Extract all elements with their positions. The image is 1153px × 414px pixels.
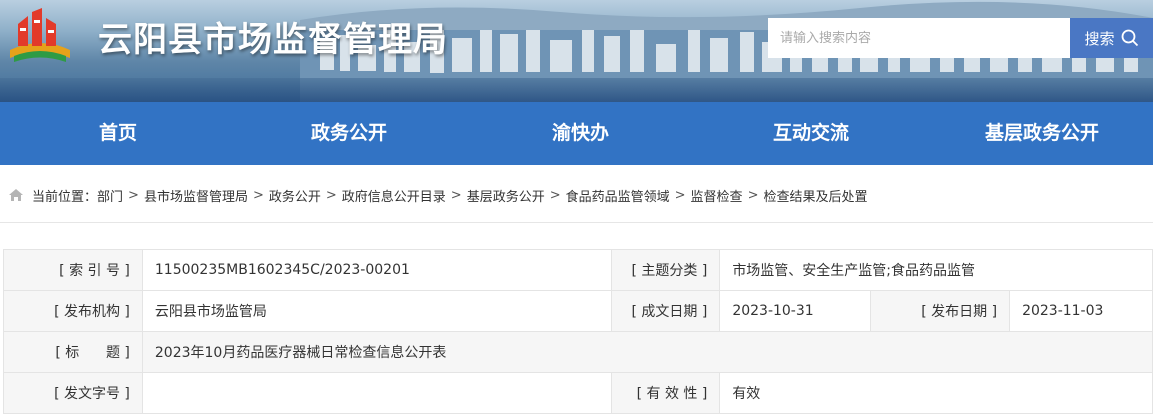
breadcrumb-separator: >: [325, 187, 337, 203]
doc-number-value: [141, 372, 613, 414]
breadcrumb-link-dept[interactable]: 部门: [97, 186, 123, 205]
search-input[interactable]: [768, 18, 1070, 58]
breadcrumb-link-inspection[interactable]: 监督检查: [691, 186, 743, 205]
validity-value: 有效: [719, 372, 1153, 414]
main-nav: 首页 政务公开 渝快办 互动交流 基层政务公开: [0, 102, 1153, 165]
nav-item-home[interactable]: 首页: [99, 102, 137, 165]
breadcrumb-link-food-drug[interactable]: 食品药品监管领域: [566, 186, 670, 205]
index-number-label: [ 索 引 号 ]: [3, 249, 143, 291]
nav-item-yukuaiban[interactable]: 渝快办: [552, 102, 609, 165]
nav-item-grassroots[interactable]: 基层政务公开: [985, 102, 1099, 165]
nav-item-interaction[interactable]: 互动交流: [773, 102, 849, 165]
document-meta-table: [ 索 引 号 ] 11500235MB1602345C/2023-00201 …: [3, 249, 1153, 414]
search-button-label: 搜索: [1084, 29, 1115, 48]
title-value: 2023年10月药品医疗器械日常检查信息公开表: [141, 331, 1153, 373]
breadcrumb-link-catalog[interactable]: 政府信息公开目录: [342, 186, 446, 205]
topic-value: 市场监管、安全生产监管;食品药品监管: [719, 249, 1153, 291]
topic-label: [ 主题分类 ]: [611, 249, 721, 291]
breadcrumb-prefix: 当前位置：: [32, 189, 98, 205]
publisher-value: 云阳县市场监管局: [141, 290, 613, 332]
validity-label: [ 有 效 性 ]: [611, 372, 721, 414]
breadcrumb-separator: >: [549, 187, 561, 203]
breadcrumb-separator: >: [450, 187, 462, 203]
river-band: [0, 78, 1153, 102]
emblem-logo: [10, 8, 70, 62]
breadcrumb-link-results[interactable]: 检查结果及后处置: [763, 186, 867, 205]
doc-number-label: [ 发文字号 ]: [3, 372, 143, 414]
breadcrumb-link-bureau[interactable]: 县市场监督管理局: [144, 186, 248, 205]
published-date-value: 2023-11-03: [1009, 290, 1153, 332]
table-row: [ 索 引 号 ] 11500235MB1602345C/2023-00201 …: [3, 249, 1153, 291]
published-date-label: [ 发布日期 ]: [870, 290, 1011, 332]
section-divider: [0, 222, 1153, 223]
breadcrumb-separator: >: [674, 187, 686, 203]
header-banner: 云阳县市场监督管理局 搜索: [0, 0, 1153, 102]
breadcrumb-separator: >: [252, 187, 264, 203]
search-button[interactable]: 搜索: [1070, 18, 1153, 58]
breadcrumb: 当前位置： 部门 > 县市场监督管理局 > 政务公开 > 政府信息公开目录 > …: [0, 175, 1153, 215]
table-row: [ 发布机构 ] 云阳县市场监管局 [ 成文日期 ] 2023-10-31 [ …: [3, 290, 1153, 332]
created-date-value: 2023-10-31: [719, 290, 872, 332]
created-date-label: [ 成文日期 ]: [611, 290, 721, 332]
breadcrumb-separator: >: [128, 187, 139, 203]
index-number-value: 11500235MB1602345C/2023-00201: [141, 249, 613, 291]
site-title: 云阳县市场监督管理局: [98, 20, 448, 60]
table-row: [ 发文字号 ] [ 有 效 性 ] 有效: [3, 372, 1153, 414]
breadcrumb-separator: >: [747, 187, 759, 203]
search-box: 搜索: [768, 18, 1153, 58]
nav-item-gov-affairs[interactable]: 政务公开: [311, 102, 387, 165]
table-row: [ 标 题 ] 2023年10月药品医疗器械日常检查信息公开表: [3, 331, 1153, 373]
title-label: [ 标 题 ]: [3, 331, 143, 373]
search-icon: [1121, 29, 1138, 47]
publisher-label: [ 发布机构 ]: [3, 290, 143, 332]
breadcrumb-link-grassroots[interactable]: 基层政务公开: [467, 186, 545, 205]
breadcrumb-link-gov-affairs[interactable]: 政务公开: [269, 186, 321, 205]
home-icon: [8, 188, 24, 202]
